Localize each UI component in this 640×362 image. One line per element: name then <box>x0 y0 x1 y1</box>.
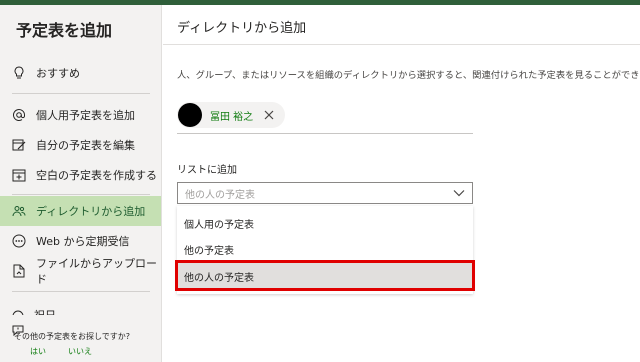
close-icon[interactable] <box>263 109 275 121</box>
person-chip: 冨田 裕之 <box>177 102 285 128</box>
sidebar-item-web-subscribe[interactable]: Web から定期受信 <box>0 226 161 256</box>
dropdown-value: 他の人の予定表 <box>185 189 255 201</box>
footer-yes-link[interactable]: はい <box>30 346 46 357</box>
at-icon <box>12 108 26 122</box>
avatar <box>178 103 202 127</box>
person-picker-underline <box>177 133 473 134</box>
sidebar-item-label: 個人用予定表を追加 <box>36 109 135 122</box>
sidebar-item-label: 空白の予定表を作成する <box>36 169 157 182</box>
sidebar-divider <box>12 291 150 292</box>
globe-icon <box>12 307 24 315</box>
sidebar-item-holidays[interactable]: 祝日 <box>34 307 56 315</box>
sidebar-item-recommended[interactable]: おすすめ <box>0 58 161 88</box>
sidebar-title: 予定表を追加 <box>16 21 113 40</box>
add-calendar-icon <box>12 168 26 182</box>
sidebar-item-from-directory[interactable]: ディレクトリから追加 <box>0 196 161 226</box>
dropdown-option[interactable]: 個人用の予定表 <box>177 210 473 236</box>
sidebar: 予定表を追加 おすすめ 個人用予定表を追加 自分の予定表を編集 空白の予定表を作… <box>0 5 162 362</box>
footer-question: その他の予定表をお探しですか? <box>14 332 131 341</box>
list-label: リストに追加 <box>177 165 237 176</box>
sidebar-item-upload-file[interactable]: ファイルからアップロード <box>0 256 161 286</box>
dropdown-option[interactable]: 他の予定表 <box>177 236 473 262</box>
description-text: 人、グループ、またはリソースを組織のディレクトリから選択すると、関連付けられた予… <box>177 70 640 81</box>
more-circle-icon <box>12 234 26 248</box>
sidebar-item-label: Web から定期受信 <box>36 235 130 248</box>
chevron-down-icon <box>452 186 466 200</box>
dropdown-option[interactable]: 他の人の予定表 <box>177 263 473 289</box>
sidebar-item-create-blank[interactable]: 空白の予定表を作成する <box>0 160 161 190</box>
sidebar-item-edit-calendar[interactable]: 自分の予定表を編集 <box>0 130 161 160</box>
main-header: ディレクトリから追加 <box>163 5 640 45</box>
footer-no-link[interactable]: いいえ <box>68 346 92 357</box>
lightbulb-icon <box>12 66 26 80</box>
sidebar-divider <box>12 93 150 94</box>
sidebar-divider <box>12 194 150 195</box>
sidebar-item-label: ファイルからアップロード <box>36 257 157 286</box>
sidebar-item-label: おすすめ <box>36 67 80 80</box>
edit-calendar-icon <box>12 138 26 152</box>
calendar-group-dropdown[interactable]: 他の人の予定表 <box>177 182 473 204</box>
dropdown-menu: 個人用の予定表 他の予定表 他の人の予定表 <box>177 206 473 294</box>
main-panel: ディレクトリから追加 人、グループ、またはリソースを組織のディレクトリから選択す… <box>163 5 640 362</box>
sidebar-item-label: 自分の予定表を編集 <box>36 139 135 152</box>
people-icon <box>12 204 26 218</box>
page-title: ディレクトリから追加 <box>177 21 307 36</box>
person-name: 冨田 裕之 <box>210 111 254 123</box>
file-upload-icon <box>12 264 26 278</box>
sidebar-item-add-personal[interactable]: 個人用予定表を追加 <box>0 100 161 130</box>
sidebar-item-label: ディレクトリから追加 <box>36 205 146 218</box>
